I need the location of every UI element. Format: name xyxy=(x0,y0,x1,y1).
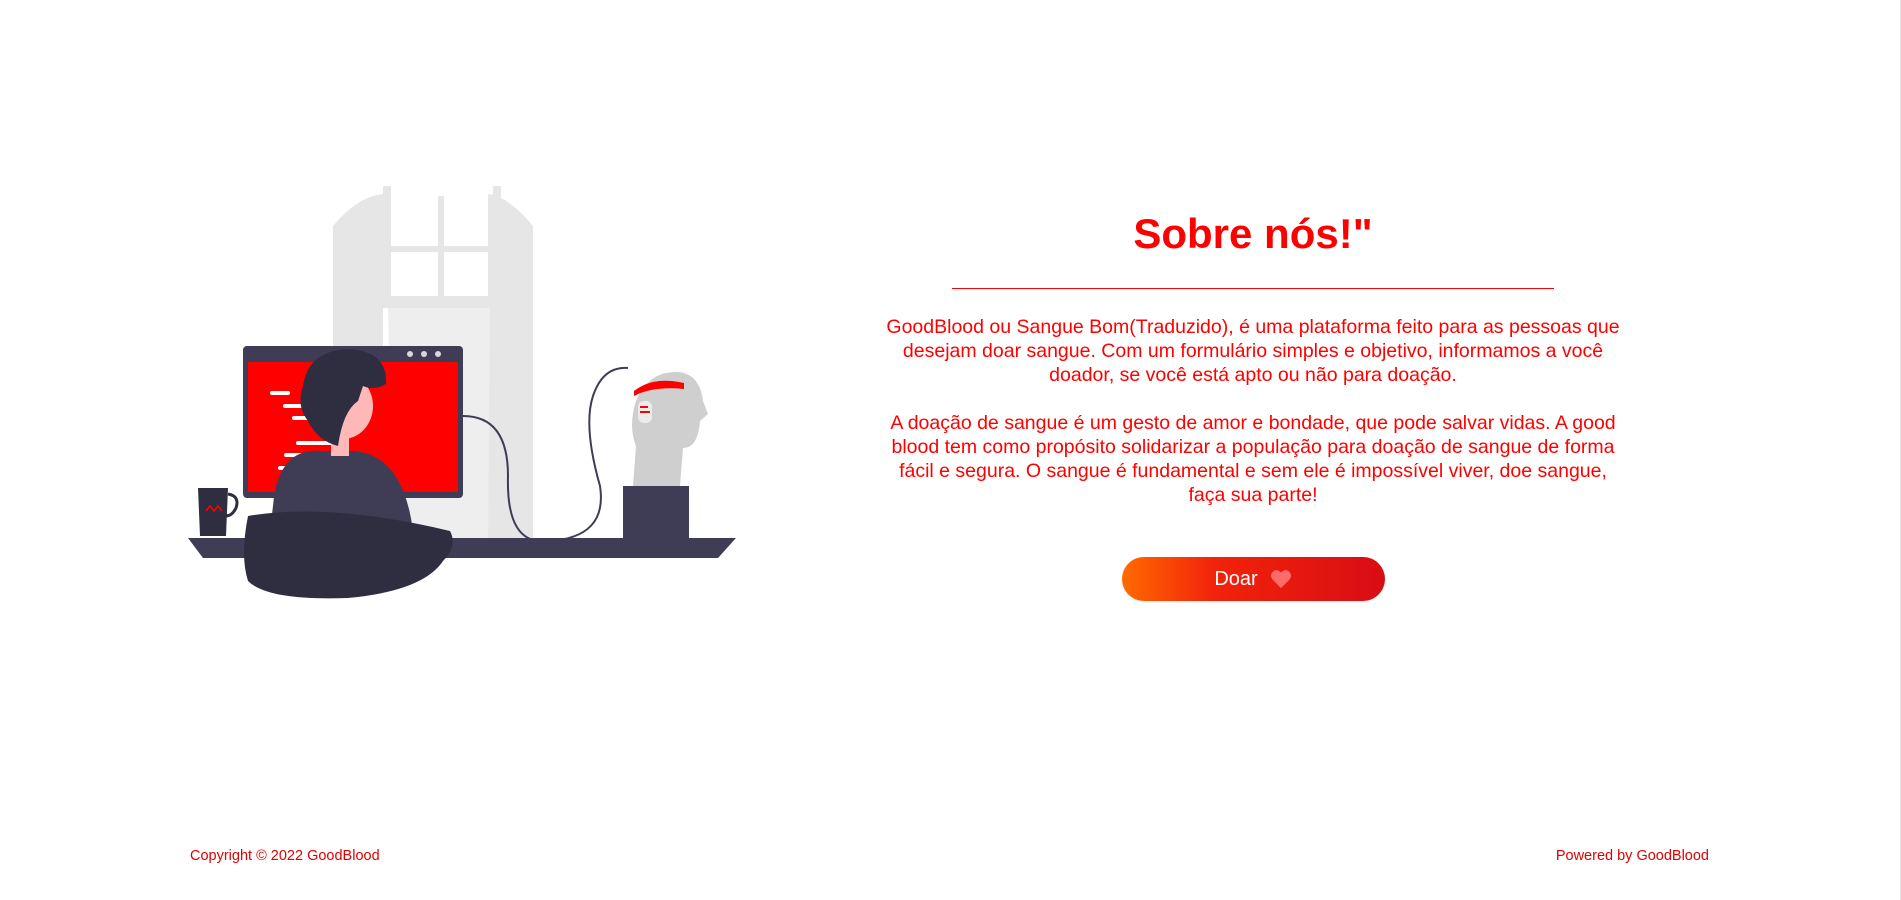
page-title: Sobre nós!" xyxy=(1133,210,1373,257)
heart-icon xyxy=(1270,569,1292,589)
about-page: Sobre nós!" GoodBlood ou Sangue Bom(Trad… xyxy=(0,0,1901,900)
about-section: Sobre nós!" GoodBlood ou Sangue Bom(Trad… xyxy=(880,206,1626,601)
donate-button-label: Doar xyxy=(1214,567,1258,590)
about-paragraph-mission: A doação de sangue é um gesto de amor e … xyxy=(890,412,1616,506)
title-divider xyxy=(952,288,1554,289)
donate-button[interactable]: Doar xyxy=(1121,557,1385,601)
footer-copyright: Copyright © 2022 GoodBlood xyxy=(190,848,380,864)
footer-powered-by: Powered by GoodBlood xyxy=(1555,848,1709,864)
developer-illustration xyxy=(188,186,740,616)
about-paragraph-intro: GoodBlood ou Sangue Bom(Traduzido), é um… xyxy=(886,316,1620,386)
